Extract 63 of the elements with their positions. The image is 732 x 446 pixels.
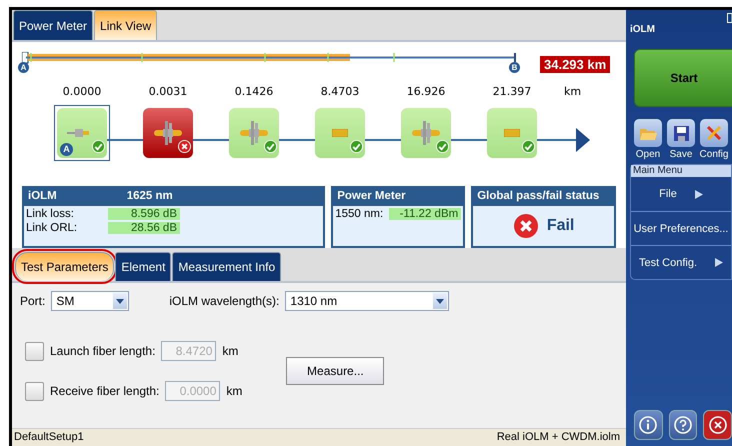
help-icon [674,416,692,434]
fiber-length-label: Launch fiber length: [50,344,156,358]
checkbox[interactable] [25,342,44,360]
marker-b-icon: B [509,62,520,73]
panel-title: Power Meter [337,190,406,204]
settings-tab[interactable]: Test Parameters [15,252,114,281]
event-distance: 21.397 [492,84,532,99]
port-label: Port: [20,294,46,308]
app-title: iOLM [630,24,656,35]
event-distance: 16.926 [406,84,446,99]
settings-tab[interactable]: Measurement Info [172,252,282,281]
dropdown-caret-icon [436,298,444,304]
marker-a-icon: A [18,62,29,73]
wavelength-label: 1625 nm [126,190,173,204]
connector-icon [239,120,269,146]
measure-button[interactable]: Measure... [286,357,384,385]
event-distance: 0.1426 [234,84,274,99]
checkbox[interactable] [25,382,44,400]
wavelength-label: iOLM wavelength(s): [169,294,280,308]
wavelength-dropdown[interactable]: 1310 nm [285,291,450,311]
unit-label: km [564,84,582,98]
result-label: Link loss: [26,208,75,220]
menu-item[interactable]: File [631,177,731,211]
view-tab[interactable]: Link View [94,10,158,40]
setup-name: DefaultSetup1 [14,431,84,445]
splice-icon [332,128,348,137]
fiber-length-label: Receive fiber length: [50,384,160,398]
result-value: 8.596 dB [108,208,180,220]
launch-connector-icon [67,128,89,138]
result-value: -11.22 dBm [389,208,462,220]
result-value: 28.56 dB [108,222,180,234]
port-dropdown[interactable]: SM [51,291,130,311]
event-distance: 0.0031 [148,84,188,99]
unit-label: km [226,384,242,398]
panel-title: iOLM [28,190,57,204]
close-icon [708,416,727,434]
save-icon [674,126,688,140]
event-distance: 0.0000 [62,84,102,99]
info-button[interactable] [634,410,663,440]
menu-title: Main Menu [631,165,731,177]
event-distance: 8.4703 [320,84,360,99]
unit-label: km [222,344,238,358]
info-icon [639,416,658,434]
dropdown-caret-icon [116,298,124,304]
connector-icon [411,120,441,146]
result-label: 1550 nm: [335,208,384,220]
view-tab[interactable]: Power Meter [13,10,94,40]
start-button[interactable]: Start [634,49,732,107]
total-length-label: 34.293 km [540,56,610,73]
window-icon [727,13,732,23]
result-label: Link ORL: [26,222,78,234]
close-button[interactable] [703,410,732,440]
help-button[interactable] [668,410,698,440]
event-element[interactable]: A [54,104,110,161]
splice-icon [504,128,520,137]
menu-item[interactable]: User Preferences... [631,211,731,245]
file-name: Real iOLM + CWDM.iolm [496,431,620,445]
connector-icon [153,120,183,146]
settings-tab[interactable]: Element [115,252,172,281]
tools-icon [705,124,723,142]
menu-item[interactable]: Test Config. [631,245,731,279]
panel-title: Global pass/fail status [477,190,600,204]
result-status: Fail [546,217,574,235]
